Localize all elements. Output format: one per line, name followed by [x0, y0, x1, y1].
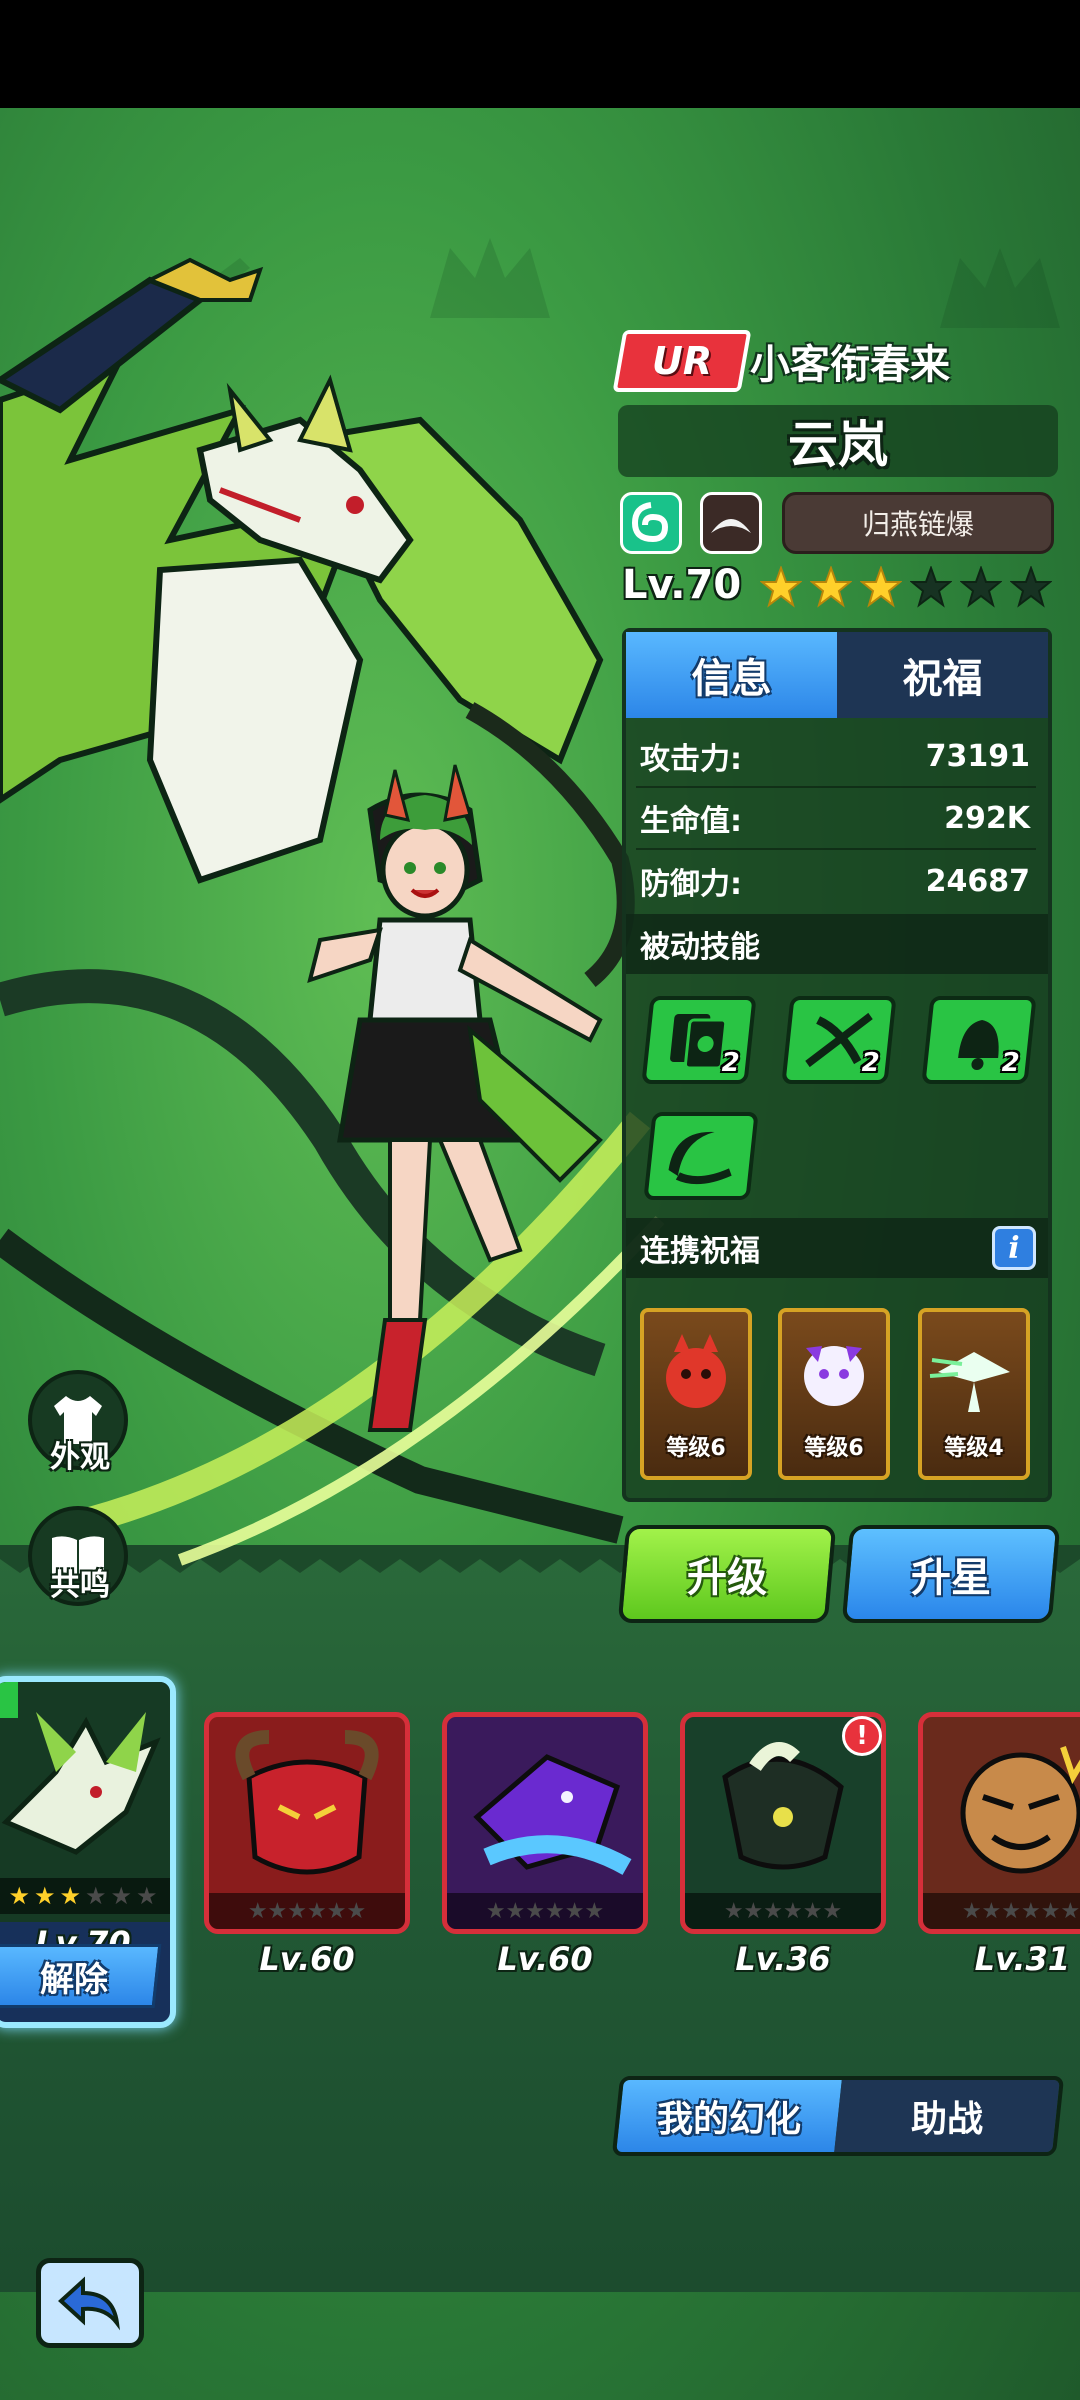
- hero-name-plate: 云岚: [618, 405, 1058, 477]
- star-filled-icon: [810, 566, 852, 608]
- tab-assist[interactable]: 助战: [834, 2080, 1060, 2152]
- pumpkin-monster-icon: [960, 1746, 1080, 1874]
- star-empty-icon: [960, 566, 1002, 608]
- stat-label: 生命值:: [640, 804, 742, 839]
- rarity-badge: UR: [612, 330, 752, 392]
- star-filled-icon: ★: [33, 1882, 56, 1910]
- red-horned-demon-icon: [235, 1730, 379, 1875]
- roster-item-level: Lv.36: [735, 1940, 831, 1978]
- link-bless-title: 连携祝福: [640, 1234, 760, 1269]
- star-empty-icon: ★: [136, 1882, 158, 1910]
- link-bless-header: 连携祝福 i: [626, 1218, 1048, 1278]
- star-rating: ★★★★★★: [685, 1893, 881, 1929]
- stat-defense: 防御力: 24687: [636, 850, 1036, 912]
- star-filled-icon: ★: [8, 1882, 30, 1910]
- resonance-label: 共鸣: [50, 1568, 110, 1603]
- passive-skill-bell[interactable]: 2: [921, 996, 1037, 1084]
- star-empty-icon: ★: [85, 1882, 107, 1910]
- hero-name: 云岚: [788, 416, 888, 474]
- upgrade-button[interactable]: 升级: [617, 1525, 837, 1623]
- back-button[interactable]: [36, 2258, 144, 2348]
- star-empty-icon: ★: [110, 1882, 133, 1910]
- bless-level: 等级4: [944, 1436, 1004, 1461]
- stat-hp: 生命值: 292K: [636, 788, 1036, 850]
- purple-dragon-icon: [473, 1754, 632, 1875]
- selected-star-rating: ★ ★ ★ ★ ★ ★: [0, 1878, 170, 1914]
- wind-element-icon[interactable]: [620, 492, 682, 554]
- star-filled-icon: [860, 566, 902, 608]
- stat-label: 攻击力:: [640, 742, 742, 777]
- star-filled-icon: ★: [59, 1882, 81, 1910]
- purple-demon-icon: [804, 1346, 864, 1406]
- roster-item[interactable]: ★★★★★★: [442, 1712, 648, 1934]
- tab-info[interactable]: 信息: [626, 632, 837, 718]
- roster-item[interactable]: ★★★★★★: [204, 1712, 410, 1934]
- hero-level: Lv.70: [622, 562, 742, 608]
- hero-star-rating: [760, 566, 1052, 608]
- stat-label: 防御力:: [640, 867, 742, 902]
- star-empty-icon: [1010, 566, 1052, 608]
- passive-level: 2: [1001, 1048, 1020, 1078]
- star-empty-icon: [910, 566, 952, 608]
- star-rating: ★★★★★★: [209, 1893, 405, 1929]
- roster-item-level: Lv.60: [259, 1940, 355, 1978]
- passive-skill-cards[interactable]: 2: [641, 996, 757, 1084]
- unequip-button[interactable]: 解除: [0, 1944, 162, 2008]
- bless-level: 等级6: [666, 1436, 726, 1461]
- passive-level: 2: [721, 1048, 740, 1078]
- passive-level: 2: [861, 1048, 880, 1078]
- red-demon-icon: [666, 1334, 726, 1408]
- bless-level: 等级6: [804, 1436, 864, 1461]
- passive-skills-header: 被动技能: [626, 914, 1048, 974]
- star-rating: ★★★★★★: [923, 1893, 1080, 1929]
- back-arrow-icon: [58, 2276, 120, 2331]
- bless-card-3[interactable]: 等级4: [918, 1308, 1030, 1480]
- roster-item-level: Lv.60: [497, 1940, 593, 1978]
- boomerang-weapon-icon[interactable]: [700, 492, 762, 554]
- stat-value: 292K: [944, 800, 1030, 836]
- info-button[interactable]: i: [992, 1226, 1036, 1270]
- bless-card-2[interactable]: 等级6: [778, 1308, 890, 1480]
- stat-value: 24687: [925, 863, 1030, 899]
- star-rating: ★★★★★★: [447, 1893, 643, 1929]
- skill-name-button[interactable]: 归燕链爆: [782, 492, 1054, 554]
- roster-tabs: 我的幻化 助战: [611, 2076, 1065, 2156]
- status-bar: [0, 0, 1080, 108]
- hero-subtitle: 小客衔春来: [750, 342, 950, 388]
- star-filled-icon: [760, 566, 802, 608]
- monster-watermark-icon: [940, 248, 1060, 328]
- roster-item-level: Lv.31: [974, 1940, 1070, 1978]
- passive-skill-crossbow[interactable]: 2: [781, 996, 897, 1084]
- roster-item[interactable]: ★★★★★★: [918, 1712, 1080, 1934]
- boomerang-icon: [668, 1131, 732, 1185]
- tab-bless[interactable]: 祝福: [837, 632, 1048, 718]
- passive-skills-title: 被动技能: [640, 930, 760, 965]
- star-up-button[interactable]: 升星: [841, 1525, 1061, 1623]
- passive-skill-boomerang[interactable]: [643, 1112, 759, 1200]
- info-tabs: 信息 祝福: [626, 632, 1048, 718]
- tab-my-skins[interactable]: 我的幻化: [616, 2080, 842, 2152]
- bless-card-1[interactable]: 等级6: [640, 1308, 752, 1480]
- stat-attack: 攻击力: 73191: [636, 726, 1036, 788]
- appearance-label: 外观: [50, 1440, 110, 1475]
- alert-badge: !: [842, 1716, 882, 1756]
- white-dragon-icon: [929, 1352, 1010, 1412]
- stat-value: 73191: [925, 738, 1030, 774]
